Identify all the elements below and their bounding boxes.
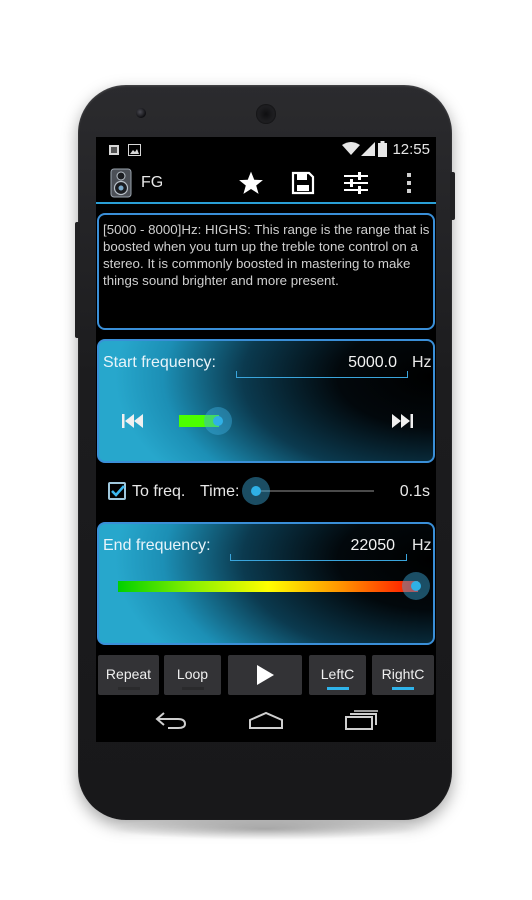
repeat-button-label: Repeat [105, 666, 152, 682]
play-icon [257, 665, 274, 685]
end-frequency-spectrum-bar[interactable] [118, 581, 418, 592]
back-icon[interactable] [151, 707, 191, 733]
range-description-text: [5000 - 8000]Hz: HIGHS: This range is th… [103, 222, 430, 288]
save-icon[interactable] [288, 169, 318, 197]
system-navigation-bar [96, 699, 436, 742]
favorite-star-icon[interactable] [236, 169, 266, 197]
notification-app-icon [108, 143, 120, 161]
end-frequency-slider-thumb-core [411, 581, 421, 591]
power-button [450, 172, 455, 220]
right-channel-button[interactable]: RightC [372, 655, 434, 695]
skip-previous-icon[interactable] [122, 414, 144, 433]
signal-icon [361, 142, 375, 161]
time-label: Time: [200, 483, 240, 500]
left-channel-button[interactable]: LeftC [309, 655, 366, 695]
right-channel-label: RightC [381, 666, 425, 682]
recent-apps-icon[interactable] [342, 707, 382, 733]
equalizer-icon[interactable] [341, 169, 371, 197]
start-frequency-unit: Hz [412, 354, 432, 371]
repeat-indicator [117, 687, 140, 690]
loop-button-label: Loop [176, 666, 209, 682]
range-description-box: [5000 - 8000]Hz: HIGHS: This range is th… [97, 213, 435, 330]
app-logo-icon [106, 167, 136, 199]
time-slider-thumb-core [251, 486, 261, 496]
notification-image-icon [128, 143, 141, 161]
action-bar: FG [96, 162, 436, 204]
time-value: 0.1s [399, 483, 430, 500]
playback-controls: Repeat Loop LeftC RightC [98, 655, 434, 695]
start-frequency-slider-thumb-core [213, 416, 223, 426]
status-time: 12:55 [392, 141, 430, 158]
start-frequency-input[interactable]: 5000.0 [297, 354, 397, 372]
phone-shadow [110, 818, 420, 840]
skip-next-icon[interactable] [391, 414, 413, 433]
start-frequency-underline [236, 371, 408, 378]
left-channel-indicator [326, 687, 349, 690]
left-channel-label: LeftC [320, 666, 355, 682]
start-frequency-panel: Start frequency: 5000.0 Hz [97, 339, 435, 463]
to-freq-label: To freq. [132, 483, 186, 500]
right-channel-indicator [392, 687, 414, 690]
app-title: FG [141, 174, 164, 191]
play-button[interactable] [228, 655, 302, 695]
battery-icon [378, 141, 387, 162]
to-freq-checkbox[interactable] [108, 482, 126, 500]
status-bar: 12:55 [96, 137, 436, 162]
front-camera [136, 108, 146, 118]
end-frequency-label: End frequency: [103, 537, 211, 554]
earpiece-speaker [256, 104, 276, 124]
time-slider-track[interactable] [256, 490, 374, 492]
loop-button[interactable]: Loop [164, 655, 221, 695]
wifi-icon [342, 142, 360, 161]
overflow-menu-icon[interactable] [394, 169, 424, 197]
volume-button [75, 222, 80, 338]
end-frequency-underline [230, 554, 407, 561]
end-frequency-panel: End frequency: 22050 Hz [97, 522, 435, 645]
end-frequency-input[interactable]: 22050 [295, 537, 396, 555]
device-screen: 12:55 FG [5000 - 8000]Hz: HIGHS: This ra… [96, 137, 436, 742]
home-icon[interactable] [246, 707, 286, 733]
sweep-options-row: To freq. Time: 0.1s [96, 472, 436, 512]
loop-indicator [181, 687, 204, 690]
repeat-button[interactable]: Repeat [98, 655, 159, 695]
start-frequency-label: Start frequency: [103, 354, 216, 371]
end-frequency-unit: Hz [412, 537, 432, 554]
